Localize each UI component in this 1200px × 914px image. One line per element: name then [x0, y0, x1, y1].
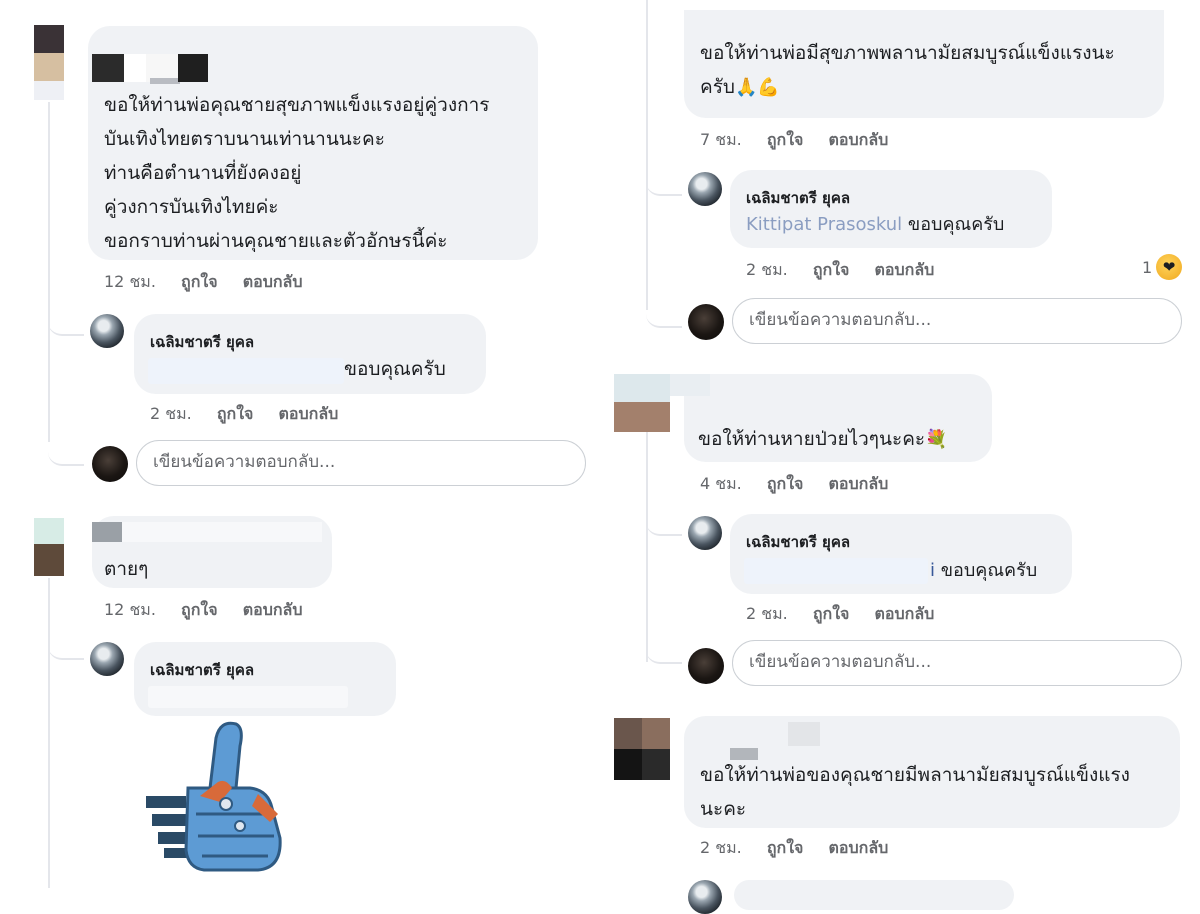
author-name[interactable]: เฉลิมชาตรี ยุคล — [746, 186, 850, 210]
reply-input[interactable]: เขียนข้อความตอบกลับ... — [136, 440, 586, 486]
timestamp[interactable]: 2 ชม. — [150, 404, 192, 423]
praying-hands-icon: 🙏💪 — [734, 77, 780, 98]
author-name-redacted[interactable] — [92, 54, 124, 82]
reply-text: ขอบคุณครับ — [344, 358, 446, 380]
like-button[interactable]: ถูกใจ — [217, 404, 254, 423]
like-button[interactable]: ถูกใจ — [181, 272, 218, 291]
thread-curve — [646, 292, 682, 328]
reaction-count[interactable]: 1 — [1142, 258, 1152, 277]
thumbs-up-robot-sticker[interactable] — [140, 718, 296, 878]
thread-line — [646, 0, 648, 310]
comment-text: ขอให้ท่านพ่อมีสุขภาพพลานามัยสมบูรณ์แข็งแ… — [700, 42, 1115, 98]
reply-button[interactable]: ตอบกลับ — [875, 260, 935, 279]
thread-curve — [646, 628, 682, 664]
reply-bubble: เฉลิมชาตรี ยุคล ขอบคุณครับ — [134, 314, 486, 394]
thread-line — [48, 102, 50, 442]
reply-button[interactable]: ตอบกลับ — [243, 600, 303, 619]
mention-link[interactable]: i — [930, 560, 935, 581]
avatar[interactable] — [34, 25, 64, 100]
comment-text: ขอให้ท่านพ่อของคุณชายมีพลานามัยสมบูรณ์แข… — [700, 764, 1130, 820]
comment-meta: 12 ชม. ถูกใจ ตอบกลับ — [104, 598, 323, 623]
reply-meta: 2 ชม. ถูกใจ ตอบกลับ — [746, 258, 954, 283]
comment-meta: 12 ชม. ถูกใจ ตอบกลับ — [104, 270, 323, 295]
reply-button[interactable]: ตอบกลับ — [279, 404, 339, 423]
current-user-avatar — [688, 648, 724, 684]
comment-bubble: ขอให้ท่านหายป่วยไวๆนะคะ💐 — [670, 374, 992, 462]
avatar[interactable] — [90, 642, 124, 676]
avatar[interactable] — [614, 374, 670, 432]
timestamp[interactable]: 7 ชม. — [700, 130, 742, 149]
reply-bubble: เฉลิมชาตรี ยุคล i ขอบคุณครับ — [730, 514, 1072, 594]
author-name[interactable]: เฉลิมชาตรี ยุคล — [746, 530, 850, 554]
author-name[interactable]: เฉลิมชาตรี ยุคล — [150, 658, 254, 682]
avatar[interactable] — [614, 718, 670, 780]
comment-text: ตายๆ — [104, 558, 149, 580]
care-reaction-icon[interactable]: ❤ — [1156, 254, 1182, 280]
author-name-redacted[interactable] — [92, 522, 122, 542]
comment-meta: 2 ชม. ถูกใจ ตอบกลับ — [700, 836, 908, 861]
avatar[interactable] — [688, 172, 722, 206]
thread-curve — [646, 500, 682, 536]
thumbs-up-icon — [146, 721, 282, 872]
avatar[interactable] — [688, 880, 722, 914]
timestamp[interactable]: 4 ชม. — [700, 474, 742, 493]
avatar[interactable] — [688, 516, 722, 550]
thread-curve — [48, 430, 84, 466]
thread-curve — [48, 624, 84, 660]
avatar[interactable] — [34, 518, 64, 576]
comment-text: ขอให้ท่านหายป่วยไวๆนะคะ💐 — [698, 428, 948, 450]
timestamp[interactable]: 2 ชม. — [700, 838, 742, 857]
reply-meta: 2 ชม. ถูกใจ ตอบกลับ — [746, 602, 954, 627]
timestamp[interactable]: 12 ชม. — [104, 272, 156, 291]
like-button[interactable]: ถูกใจ — [767, 130, 804, 149]
reply-button[interactable]: ตอบกลับ — [243, 272, 303, 291]
comment-bubble: ขอให้ท่านพ่อมีสุขภาพพลานามัยสมบูรณ์แข็งแ… — [684, 10, 1164, 118]
reply-text: i ขอบคุณครับ — [930, 560, 1038, 581]
like-button[interactable]: ถูกใจ — [181, 600, 218, 619]
reply-bubble: เฉลิมชาตรี ยุคล — [134, 642, 396, 716]
like-button[interactable]: ถูกใจ — [767, 474, 804, 493]
reply-bubble: เฉลิมชาตรี ยุคล Kittipat Prasoskul ขอบคุ… — [730, 170, 1052, 248]
reply-input[interactable]: เขียนข้อความตอบกลับ... — [732, 640, 1182, 686]
reply-button[interactable]: ตอบกลับ — [829, 474, 889, 493]
timestamp[interactable]: 2 ชม. — [746, 260, 788, 279]
reply-button[interactable]: ตอบกลับ — [829, 838, 889, 857]
comment-bubble: ขอให้ท่านพ่อคุณชายสุขภาพแข็งแรงอยู่คู่วง… — [88, 26, 538, 260]
avatar[interactable] — [90, 314, 124, 348]
comment-meta: 7 ชม. ถูกใจ ตอบกลับ — [700, 128, 908, 153]
like-button[interactable]: ถูกใจ — [813, 604, 850, 623]
like-button[interactable]: ถูกใจ — [813, 260, 850, 279]
author-name[interactable]: เฉลิมชาตรี ยุคล — [150, 330, 254, 354]
current-user-avatar — [688, 304, 724, 340]
mention-link[interactable]: Kittipat Prasoskul — [746, 214, 902, 235]
comment-bubble: ขอให้ท่านพ่อของคุณชายมีพลานามัยสมบูรณ์แข… — [684, 716, 1180, 828]
comment-bubble: ตายๆ — [92, 516, 332, 588]
reply-meta: 2 ชม. ถูกใจ ตอบกลับ — [150, 402, 358, 427]
comment-meta: 4 ชม. ถูกใจ ตอบกลับ — [700, 472, 908, 497]
comment-text: ขอให้ท่านพ่อคุณชายสุขภาพแข็งแรงอยู่คู่วง… — [104, 94, 490, 252]
reply-button[interactable]: ตอบกลับ — [875, 604, 935, 623]
thread-curve — [646, 160, 682, 196]
bouquet-icon: 💐 — [925, 429, 948, 450]
comment-bubble-cropped — [734, 880, 1014, 910]
reply-input[interactable]: เขียนข้อความตอบกลับ... — [732, 298, 1182, 344]
current-user-avatar — [92, 446, 128, 482]
like-button[interactable]: ถูกใจ — [767, 838, 804, 857]
reply-button[interactable]: ตอบกลับ — [829, 130, 889, 149]
timestamp[interactable]: 2 ชม. — [746, 604, 788, 623]
reply-text: Kittipat Prasoskul ขอบคุณครับ — [746, 214, 1005, 235]
timestamp[interactable]: 12 ชม. — [104, 600, 156, 619]
thread-curve — [48, 300, 84, 336]
